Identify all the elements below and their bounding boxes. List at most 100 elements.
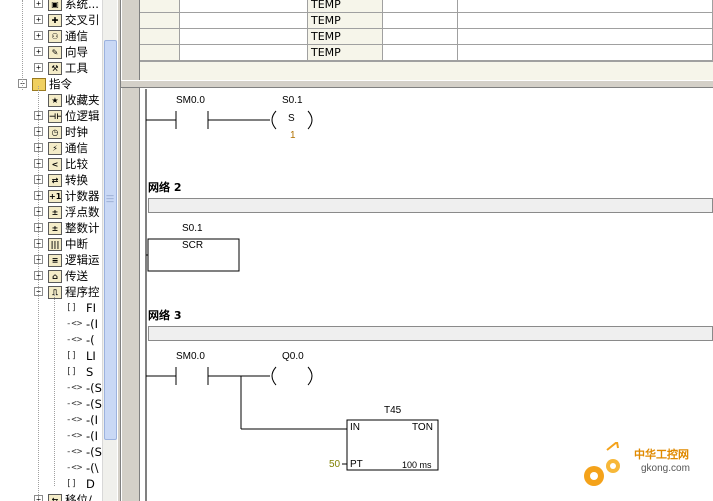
tree-item[interactable]: + ± 整数计 <box>34 220 100 236</box>
scr-address: S0.1 <box>182 223 203 234</box>
tree-item[interactable]: + ✎ 向导 <box>34 44 88 60</box>
table-cell[interactable] <box>140 13 180 29</box>
table-row[interactable]: TEMP <box>140 29 713 45</box>
tree-item[interactable]: + ⇄ 转换 <box>34 172 88 188</box>
expand-icon[interactable]: + <box>34 15 43 24</box>
tree-leaf-label: -(I <box>86 413 99 427</box>
tree-leaf-label: LI <box>86 349 96 363</box>
coil-instruction-icon: -<> <box>66 335 83 345</box>
coil-instruction-icon: -<> <box>66 399 83 409</box>
table-cell[interactable] <box>458 29 713 45</box>
favorites-icon: ★ <box>48 93 62 107</box>
tree-leaf-item[interactable]: -<> -(I <box>66 428 98 444</box>
expand-icon[interactable]: + <box>34 31 43 40</box>
coil-address: S0.1 <box>282 95 303 106</box>
network-3-title[interactable]: 网络 3 <box>148 307 181 323</box>
pt-value[interactable]: 50 <box>329 459 340 470</box>
coil-left-arc <box>271 366 277 386</box>
table-cell[interactable] <box>458 45 713 61</box>
tree-leaf-item[interactable]: [] D <box>66 476 95 492</box>
tools-icon: ⚒ <box>48 61 62 75</box>
tree-item[interactable]: + ≡ 逻辑运 <box>34 252 100 268</box>
expand-icon[interactable]: + <box>34 47 43 56</box>
tree-item-label: 指令 <box>49 77 72 91</box>
tree-item[interactable]: + ⇆ 移位/ <box>34 492 92 501</box>
table-row[interactable]: TEMP <box>140 13 713 29</box>
data-type-cell[interactable]: TEMP <box>308 29 383 45</box>
ladder-editor[interactable]: SM0.0 S0.1 S 1 网络 2 S0.1 SCR 网络 3 SM0.0 … <box>140 89 713 501</box>
tree-leaf-item[interactable]: -<> -(S <box>66 380 102 396</box>
table-cell[interactable] <box>140 45 180 61</box>
network-2-comment[interactable] <box>148 198 713 213</box>
tree-leaf-item[interactable]: -<> -(I <box>66 316 98 332</box>
table-cell[interactable] <box>140 0 180 13</box>
tree-item-label: 传送 <box>65 269 88 283</box>
tree-item-label: 时钟 <box>65 125 88 139</box>
network-2-title[interactable]: 网络 2 <box>148 179 181 195</box>
tree-item[interactable]: + ⚇ 通信 <box>34 28 88 44</box>
tree-item[interactable]: + ✚ 交叉引 <box>34 12 100 28</box>
data-type-cell[interactable]: TEMP <box>308 13 383 29</box>
data-type-cell[interactable]: TEMP <box>308 0 383 13</box>
tree-item[interactable]: + ⚒ 工具 <box>34 60 88 76</box>
tree-item[interactable]: + ||| 中断 <box>34 236 88 252</box>
tree-item-label: 交叉引 <box>65 13 100 27</box>
table-cell[interactable] <box>383 13 458 29</box>
coil-instruction-icon: -<> <box>66 463 83 473</box>
float-math-icon: ± <box>48 205 62 219</box>
tree-item[interactable]: + ± 浮点数 <box>34 204 100 220</box>
tree-item-label: 系统... <box>65 0 99 11</box>
table-cell[interactable] <box>458 0 713 13</box>
data-type-cell[interactable]: TEMP <box>308 45 383 61</box>
table-row[interactable]: TEMP <box>140 45 713 61</box>
expand-icon[interactable]: + <box>34 63 43 72</box>
table-cell[interactable] <box>383 29 458 45</box>
tree-item[interactable]: + ◷ 时钟 <box>34 124 88 140</box>
tree-item[interactable]: + < 比较 <box>34 156 88 172</box>
tree-item[interactable]: + ▣ 系统... <box>34 0 99 12</box>
tree-item[interactable]: +⊣⊢位逻辑 <box>34 108 100 124</box>
tree-leaf-item[interactable]: -<> -(S <box>66 396 102 412</box>
tree-scrollbar-thumb[interactable] <box>104 40 117 440</box>
scr-label: SCR <box>182 240 204 251</box>
tree-leaf-item[interactable]: [] FI <box>66 300 96 316</box>
table-cell[interactable] <box>180 29 308 45</box>
tree-scrollbar[interactable]: — — — <box>102 0 117 501</box>
table-cell[interactable] <box>140 29 180 45</box>
expand-icon[interactable]: + <box>34 0 43 8</box>
tree-item[interactable]: + ⌂ 传送 <box>34 268 88 284</box>
tree-item[interactable]: + +1 计数器 <box>34 188 100 204</box>
table-row[interactable]: TEMP <box>140 0 713 13</box>
coil-type: S <box>288 113 295 124</box>
table-cell[interactable] <box>180 13 308 29</box>
tree-leaf-label: FI <box>86 301 97 315</box>
contact-address: SM0.0 <box>176 351 205 362</box>
table-cell[interactable] <box>383 45 458 61</box>
table-cell[interactable] <box>180 45 308 61</box>
tree-leaf-item[interactable]: -<> -(S <box>66 444 102 460</box>
tree-item[interactable]: + ⚡ 通信 <box>34 140 88 156</box>
tree-item[interactable]: ★ 收藏夹 <box>48 92 100 108</box>
tree-leaf-item[interactable]: -<> -( <box>66 332 95 348</box>
tree-leaf-item[interactable]: -<> -(\ <box>66 460 99 476</box>
tree-item-label: 向导 <box>65 45 88 59</box>
table-cell[interactable] <box>383 0 458 13</box>
network-3-comment[interactable] <box>148 326 713 341</box>
tree-leaf-item[interactable]: [] LI <box>66 348 96 364</box>
table-cell[interactable] <box>458 13 713 29</box>
tree-item[interactable]: − ⎍ 程序控 <box>34 284 100 300</box>
tree-leaf-item[interactable]: [] S <box>66 364 93 380</box>
instruction-tree[interactable]: +▣系统...+✚交叉引+⚇通信+✎向导+⚒工具−指令★收藏夹+⊣⊢位逻辑+◷时… <box>0 0 117 501</box>
editor-left-gutter <box>121 0 140 501</box>
table-editor-splitter[interactable] <box>121 80 713 88</box>
interrupt-icon: ||| <box>48 237 62 251</box>
tree-leaf-item[interactable]: -<> -(I <box>66 412 98 428</box>
instructions-folder-icon <box>32 77 46 91</box>
table-cell[interactable] <box>180 0 308 13</box>
move-icon: ⌂ <box>48 269 62 283</box>
timer-timebase: 100 ms <box>402 460 432 470</box>
tree-item-label: 转换 <box>65 173 88 187</box>
local-variable-table[interactable]: TEMP TEMP TEMP TEMP <box>140 0 713 80</box>
watermark-gear-icon <box>584 442 620 486</box>
tree-item-label: 比较 <box>65 157 88 171</box>
